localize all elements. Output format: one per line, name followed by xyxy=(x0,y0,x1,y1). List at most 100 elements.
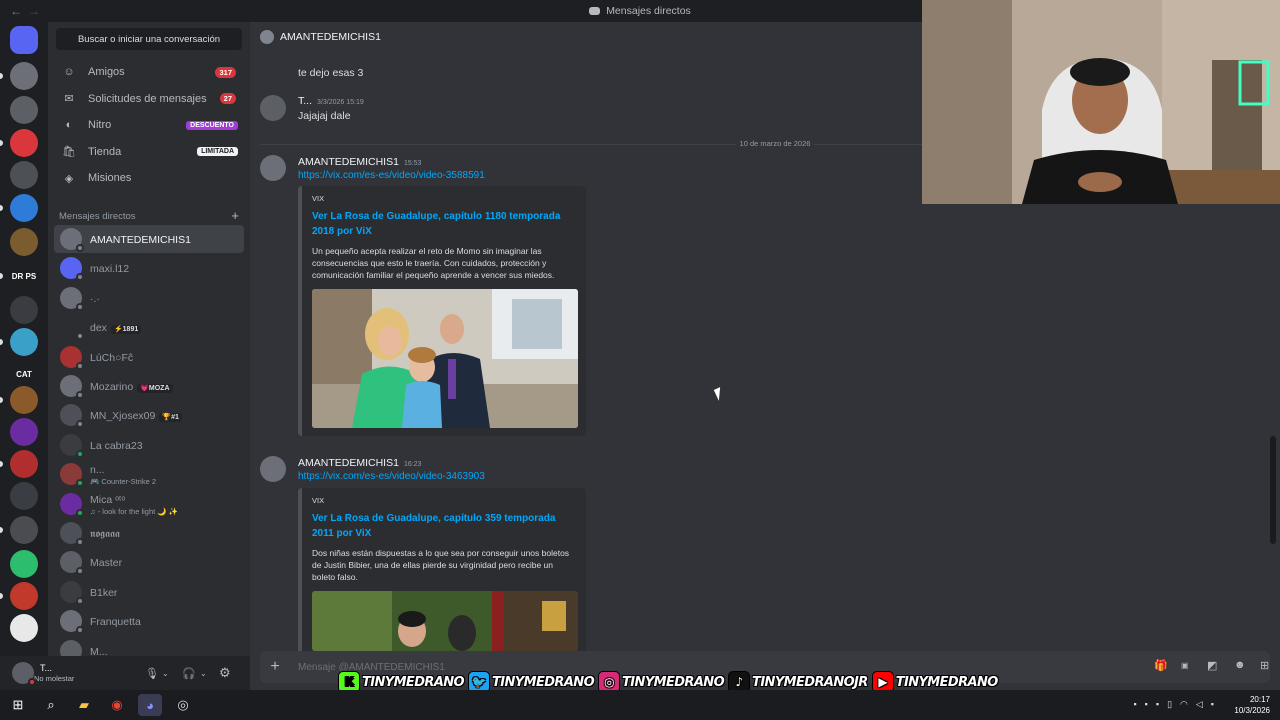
apps-icon[interactable]: ⊞ xyxy=(1260,659,1269,672)
chat-scrollbar-thumb[interactable] xyxy=(1270,436,1276,544)
dm-text: M... xyxy=(90,644,108,656)
mic-options-chevron-icon[interactable]: ⌄ xyxy=(162,669,169,678)
author-name[interactable]: T... xyxy=(298,95,312,107)
embed-title[interactable]: Ver La Rosa de Guadalupe, capítulo 359 t… xyxy=(312,511,576,541)
embed-thumbnail[interactable] xyxy=(312,289,578,428)
dm-item[interactable]: Franquetta xyxy=(54,607,244,635)
gif-icon[interactable]: ▣ xyxy=(1181,661,1189,670)
headphones-icon[interactable]: 🎧 xyxy=(182,667,196,680)
dm-item[interactable]: ·.· xyxy=(54,284,244,312)
windows-start-icon[interactable]: ⊞ xyxy=(6,694,30,716)
dm-item[interactable]: B1ker xyxy=(54,578,244,606)
server-icon[interactable] xyxy=(10,228,38,256)
back-arrow-icon[interactable]: ← xyxy=(10,4,22,18)
microphone-icon[interactable]: 🎙 xyxy=(145,667,159,680)
emoji-icon[interactable]: ☻ xyxy=(1234,659,1246,671)
user-avatar[interactable] xyxy=(12,662,36,686)
dm-item[interactable]: AMANTEDEMICHIS1 xyxy=(54,225,244,253)
author-name[interactable]: AMANTEDEMICHIS1 xyxy=(298,457,399,469)
dm-text: Mica ᵒᵗᵒ ♫ - look for the light 🌙 ✨ xyxy=(90,492,178,516)
dm-item[interactable]: n... 🎮 Counter-Strike 2 xyxy=(54,460,244,488)
message-author[interactable]: T... 3/3/2026 15:19 xyxy=(298,95,364,107)
nav-friends[interactable]: ☺ Amigos 317 xyxy=(54,59,244,85)
message-author[interactable]: AMANTEDEMICHIS1 15:53 xyxy=(298,156,421,168)
server-icon[interactable] xyxy=(10,62,38,90)
server-icon[interactable] xyxy=(10,161,38,189)
server-icon[interactable]: DR PS xyxy=(10,262,38,290)
tray-app-icon[interactable]: ▪ xyxy=(1211,699,1214,710)
message-link[interactable]: https://vix.com/es-es/video/video-358859… xyxy=(298,170,485,181)
dm-item[interactable]: Mica ᵒᵗᵒ ♫ - look for the light 🌙 ✨ xyxy=(54,490,244,518)
server-icon[interactable] xyxy=(10,129,38,157)
dm-item[interactable]: 𝖓𝖔𝖌𝖆𝖆𝖆 xyxy=(54,519,244,547)
dm-item[interactable]: La cabra23 xyxy=(54,431,244,459)
discord-home-icon[interactable] xyxy=(10,26,38,54)
server-icon[interactable] xyxy=(10,482,38,510)
nav-mail[interactable]: ✉ Solicitudes de mensajes 27 xyxy=(54,86,244,112)
dm-item[interactable]: Mozarino 💗MOZA xyxy=(54,372,244,400)
dm-item[interactable]: Master xyxy=(54,548,244,576)
add-attachment-plus-icon[interactable]: + xyxy=(260,658,290,676)
server-icon[interactable] xyxy=(10,96,38,124)
user-info[interactable]: T... No molestar xyxy=(34,663,74,683)
message-avatar[interactable] xyxy=(260,155,286,181)
nav-nitro[interactable]: ◐ Nitro DESCUENTO xyxy=(54,112,244,138)
file-explorer-icon[interactable]: ▰ xyxy=(72,694,96,716)
gift-icon[interactable]: 🎁 xyxy=(1154,659,1168,672)
dm-item[interactable]: maxi.l12 xyxy=(54,254,244,282)
embed-title[interactable]: Ver La Rosa de Guadalupe, capítulo 1180 … xyxy=(312,209,576,239)
chat-header-name[interactable]: AMANTEDEMICHIS1 xyxy=(280,31,381,43)
server-icon[interactable]: CAT xyxy=(10,360,38,388)
message-avatar[interactable] xyxy=(260,456,286,482)
dm-text: La cabra23 xyxy=(90,438,143,452)
tray-app-icon[interactable]: ▪ xyxy=(1133,699,1136,710)
embed-provider: VIX xyxy=(312,496,325,505)
search-button[interactable]: Buscar o iniciar una conversación xyxy=(56,28,242,50)
network-icon[interactable]: ◠ xyxy=(1180,699,1188,710)
dm-item[interactable]: MN_Xjosex09 🏆#1 xyxy=(54,401,244,429)
dm-name: MN_Xjosex09 xyxy=(90,410,156,423)
obs-icon[interactable]: ◎ xyxy=(171,694,195,716)
dm-item[interactable]: M... xyxy=(54,637,244,656)
settings-gear-icon[interactable]: ⚙ xyxy=(219,665,231,681)
audio-options-chevron-icon[interactable]: ⌄ xyxy=(200,669,207,678)
server-icon[interactable] xyxy=(10,582,38,610)
tray-app-icon[interactable]: ▪ xyxy=(1156,699,1159,710)
dm-avatar xyxy=(60,375,84,399)
tray-app-icon[interactable]: ▪ xyxy=(1145,699,1148,710)
chrome-icon[interactable]: ◉ xyxy=(105,694,129,716)
server-icon[interactable] xyxy=(10,550,38,578)
discord-taskbar-icon[interactable]: ◕ xyxy=(138,694,162,716)
message-author[interactable]: AMANTEDEMICHIS1 16:23 xyxy=(298,457,421,469)
server-icon[interactable] xyxy=(10,296,38,324)
forward-arrow-icon[interactable]: → xyxy=(28,4,40,18)
message-timestamp: 16:23 xyxy=(403,461,422,468)
server-icon[interactable] xyxy=(10,450,38,478)
server-icon[interactable] xyxy=(10,516,38,544)
clock[interactable]: 20:17 10/3/2026 xyxy=(1234,694,1270,716)
server-icon[interactable] xyxy=(10,194,38,222)
server-icon[interactable] xyxy=(10,614,38,642)
nav-shop[interactable]: 🛍 Tienda LIMITADA xyxy=(54,139,244,165)
embed-thumbnail[interactable] xyxy=(312,591,578,651)
server-icon[interactable] xyxy=(10,386,38,414)
author-name[interactable]: AMANTEDEMICHIS1 xyxy=(298,156,399,168)
presence-status-icon xyxy=(76,538,84,546)
webcam-overlay xyxy=(922,0,1280,204)
message-avatar[interactable] xyxy=(260,95,286,121)
dm-item[interactable]: dex ⚡1891 xyxy=(54,313,244,341)
server-icon[interactable] xyxy=(10,328,38,356)
server-icon[interactable] xyxy=(10,418,38,446)
clock-date: 10/3/2026 xyxy=(1234,706,1270,715)
dm-item[interactable]: LúCh○Fĉ xyxy=(54,343,244,371)
sticker-icon[interactable]: ◩ xyxy=(1207,659,1217,672)
unread-pip xyxy=(0,339,3,345)
create-dm-plus-icon[interactable]: + xyxy=(231,209,239,222)
volume-icon[interactable]: ◁ xyxy=(1196,699,1203,710)
message-link[interactable]: https://vix.com/es-es/video/video-346390… xyxy=(298,471,485,482)
search-icon[interactable]: ⌕ xyxy=(39,694,63,716)
dm-name: maxi.l12 xyxy=(90,263,130,276)
battery-icon[interactable]: ▯ xyxy=(1167,699,1172,710)
guild-tag-badge: 💗MOZA xyxy=(137,384,173,393)
nav-quest[interactable]: ◈ Misiones xyxy=(54,165,244,191)
